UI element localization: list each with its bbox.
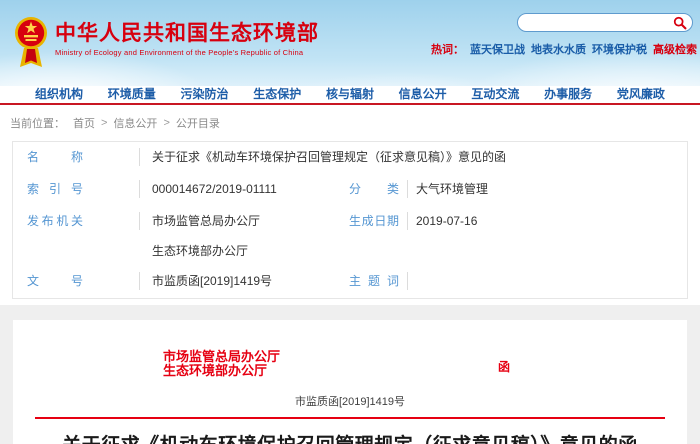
nav-item-interaction[interactable]: 互动交流 xyxy=(471,86,519,103)
home-link[interactable]: 中华人民共和国生态环境部 Ministry of Ecology and Env… xyxy=(14,13,319,71)
site-name-cn: 中华人民共和国生态环境部 xyxy=(55,23,319,45)
document-title: 关于征求《机动车环境保护召回管理规定（征求意见稿）》意见的函 xyxy=(13,430,687,444)
breadcrumb-info-disclosure[interactable]: 信息公开 xyxy=(113,115,157,131)
issuing-org-line-2: 生态环境部办公厅 xyxy=(152,244,349,258)
breadcrumb-label: 当前位置： xyxy=(10,115,65,131)
doc-no-value: 市监质函[2019]1419号 xyxy=(152,274,349,288)
nav-item-services[interactable]: 办事服务 xyxy=(544,86,592,103)
index-no-label: 索引号 xyxy=(27,182,83,196)
document-number: 市监质函[2019]1419号 xyxy=(13,393,687,409)
document-info-table: 名称 关于征求《机动车环境保护召回管理规定（征求意见稿）》意见的函 索引号 00… xyxy=(12,141,688,299)
site-header: 中华人民共和国生态环境部 Ministry of Ecology and Env… xyxy=(0,0,700,86)
table-row-index: 索引号 000014672/2019-01111 分类 大气环境管理 xyxy=(13,174,687,206)
nav-item-party-conduct[interactable]: 党风廉政 xyxy=(617,86,665,103)
main-nav: 组织机构 环境质量 污染防治 生态保护 核与辐射 信息公开 互动交流 办事服务 … xyxy=(0,86,700,105)
name-value: 关于征求《机动车环境保护召回管理规定（征求意见稿）》意见的函 xyxy=(152,150,687,164)
document-panel: 市场监管总局办公厅 生态环境部办公厅 函 市监质函[2019]1419号 关于征… xyxy=(13,320,687,444)
hot-words: 热词： 蓝天保卫战地表水水质环境保护税高级检索 xyxy=(431,41,697,57)
nav-item-env-quality[interactable]: 环境质量 xyxy=(108,86,156,103)
nav-item-eco-protection[interactable]: 生态保护 xyxy=(253,86,301,103)
search-input[interactable] xyxy=(528,15,672,30)
breadcrumb-separator: > xyxy=(163,117,169,129)
breadcrumb-separator: > xyxy=(101,117,107,129)
index-no-value: 000014672/2019-01111 xyxy=(152,182,349,196)
advanced-search-link[interactable]: 高级检索 xyxy=(653,44,697,56)
issuing-org-value: 市场监管总局办公厅 生态环境部办公厅 xyxy=(152,214,349,258)
name-label: 名称 xyxy=(27,150,83,164)
divider xyxy=(139,180,140,198)
breadcrumb-home[interactable]: 首页 xyxy=(73,115,95,131)
table-row-issuing-org: 发布机关 市场监管总局办公厅 生态环境部办公厅 生成日期 2019-07-16 xyxy=(13,206,687,266)
breadcrumb: 当前位置： 首页 > 信息公开 > 公开目录 xyxy=(0,105,700,141)
hot-words-label: 热词： xyxy=(431,44,464,56)
gen-date-value: 2019-07-16 xyxy=(416,214,687,228)
nav-item-pollution-control[interactable]: 污染防治 xyxy=(180,86,228,103)
national-emblem-icon xyxy=(14,13,48,71)
hot-word-link-3[interactable]: 环境保护税 xyxy=(592,44,647,56)
divider xyxy=(407,272,408,290)
hot-word-link-2[interactable]: 地表水水质 xyxy=(531,44,586,56)
search-button[interactable] xyxy=(672,15,688,31)
document-org-line-1: 市场监管总局办公厅 xyxy=(163,350,687,363)
search-icon xyxy=(673,16,687,30)
subject-label: 主题词 xyxy=(349,274,399,288)
divider xyxy=(139,148,140,166)
nav-item-nuclear-radiation[interactable]: 核与辐射 xyxy=(326,86,374,103)
divider xyxy=(139,212,140,230)
letter-type-char: 函 xyxy=(498,358,510,375)
breadcrumb-public-catalog[interactable]: 公开目录 xyxy=(176,115,220,131)
nav-item-info-disclosure[interactable]: 信息公开 xyxy=(399,86,447,103)
gen-date-label: 生成日期 xyxy=(349,214,399,228)
table-row-doc-no: 文号 市监质函[2019]1419号 主题词 xyxy=(13,266,687,298)
table-row-name: 名称 关于征求《机动车环境保护召回管理规定（征求意见稿）》意见的函 xyxy=(13,142,687,174)
hot-word-link-1[interactable]: 蓝天保卫战 xyxy=(470,44,525,56)
category-label: 分类 xyxy=(349,182,399,196)
red-rule-divider xyxy=(35,417,665,419)
doc-no-label: 文号 xyxy=(27,274,83,288)
site-titles: 中华人民共和国生态环境部 Ministry of Ecology and Env… xyxy=(55,13,319,57)
page: 中华人民共和国生态环境部 Ministry of Ecology and Env… xyxy=(0,0,700,444)
nav-item-organization[interactable]: 组织机构 xyxy=(35,86,83,103)
site-name-en: Ministry of Ecology and Environment of t… xyxy=(55,48,319,57)
divider xyxy=(139,272,140,290)
issuing-org-line-1: 市场监管总局办公厅 xyxy=(152,214,349,228)
divider xyxy=(407,180,408,198)
category-value: 大气环境管理 xyxy=(416,182,687,196)
issuing-org-label: 发布机关 xyxy=(27,214,83,228)
content-background: 市场监管总局办公厅 生态环境部办公厅 函 市监质函[2019]1419号 关于征… xyxy=(0,305,700,444)
divider xyxy=(407,212,408,230)
search-box xyxy=(517,13,693,32)
document-org-line-2: 生态环境部办公厅 xyxy=(163,364,687,377)
document-issuing-orgs: 市场监管总局办公厅 生态环境部办公厅 xyxy=(163,350,687,377)
